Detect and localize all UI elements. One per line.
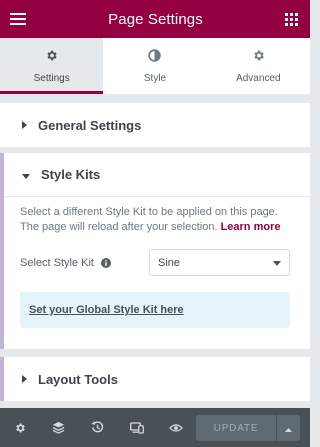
preview-eye-icon[interactable] — [156, 408, 195, 447]
panel-title: Page Settings — [108, 10, 203, 28]
layers-icon[interactable] — [39, 408, 78, 447]
grid-icon[interactable] — [284, 12, 298, 26]
caret-right-icon — [22, 116, 27, 134]
section-accent-bar — [0, 357, 4, 401]
gear-icon — [252, 49, 265, 67]
tab-advanced-label: Advanced — [236, 72, 281, 84]
caret-down-icon — [22, 166, 30, 184]
update-options-button[interactable] — [277, 415, 300, 441]
style-kit-label: Select Style Kit — [20, 257, 112, 269]
learn-more-link[interactable]: Learn more — [221, 221, 281, 233]
section-general-settings: General Settings — [0, 103, 310, 147]
style-kit-control: Select Style Kit Sine — [0, 249, 310, 276]
contrast-icon — [148, 48, 162, 67]
panel-footer: UPDATE — [0, 408, 310, 447]
tab-style[interactable]: Style — [103, 38, 206, 94]
section-layout-tools: Layout Tools — [0, 357, 310, 401]
section-style-kits: Style Kits Select a different Style Kit … — [0, 153, 310, 349]
tab-settings[interactable]: Settings — [0, 38, 104, 94]
caret-up-icon — [285, 419, 292, 437]
chevron-down-icon — [273, 257, 281, 269]
tab-style-label: Style — [143, 72, 167, 84]
section-title: General Settings — [38, 117, 142, 133]
section-title: Style Kits — [41, 167, 101, 182]
style-kit-description: Select a different Style Kit to be appli… — [20, 206, 281, 233]
panel-header: Page Settings — [0, 0, 310, 38]
layout-tools-toggle[interactable]: Layout Tools — [0, 357, 310, 401]
tab-advanced[interactable]: Advanced — [207, 38, 310, 94]
settings-gear-icon[interactable] — [0, 408, 39, 447]
info-icon[interactable] — [101, 257, 112, 268]
panel-tabs: Settings Style Advanced — [0, 38, 310, 94]
global-style-kit-link[interactable]: Set your Global Style Kit here — [29, 304, 184, 316]
update-button[interactable]: UPDATE — [196, 415, 276, 441]
gear-icon — [45, 49, 58, 67]
section-title: Layout Tools — [38, 371, 118, 387]
style-kits-toggle[interactable]: Style Kits — [0, 153, 310, 197]
responsive-mode-icon[interactable] — [117, 408, 156, 447]
style-kit-select[interactable]: Sine — [149, 249, 290, 276]
section-accent-bar — [0, 153, 4, 349]
tab-settings-label: Settings — [33, 72, 70, 84]
history-icon[interactable] — [78, 408, 117, 447]
general-settings-toggle[interactable]: General Settings — [0, 103, 310, 147]
style-kit-selected-value: Sine — [158, 256, 181, 269]
caret-right-icon — [22, 370, 27, 388]
hamburger-icon[interactable] — [10, 12, 26, 26]
global-style-kit-notice: Set your Global Style Kit here — [20, 292, 290, 328]
